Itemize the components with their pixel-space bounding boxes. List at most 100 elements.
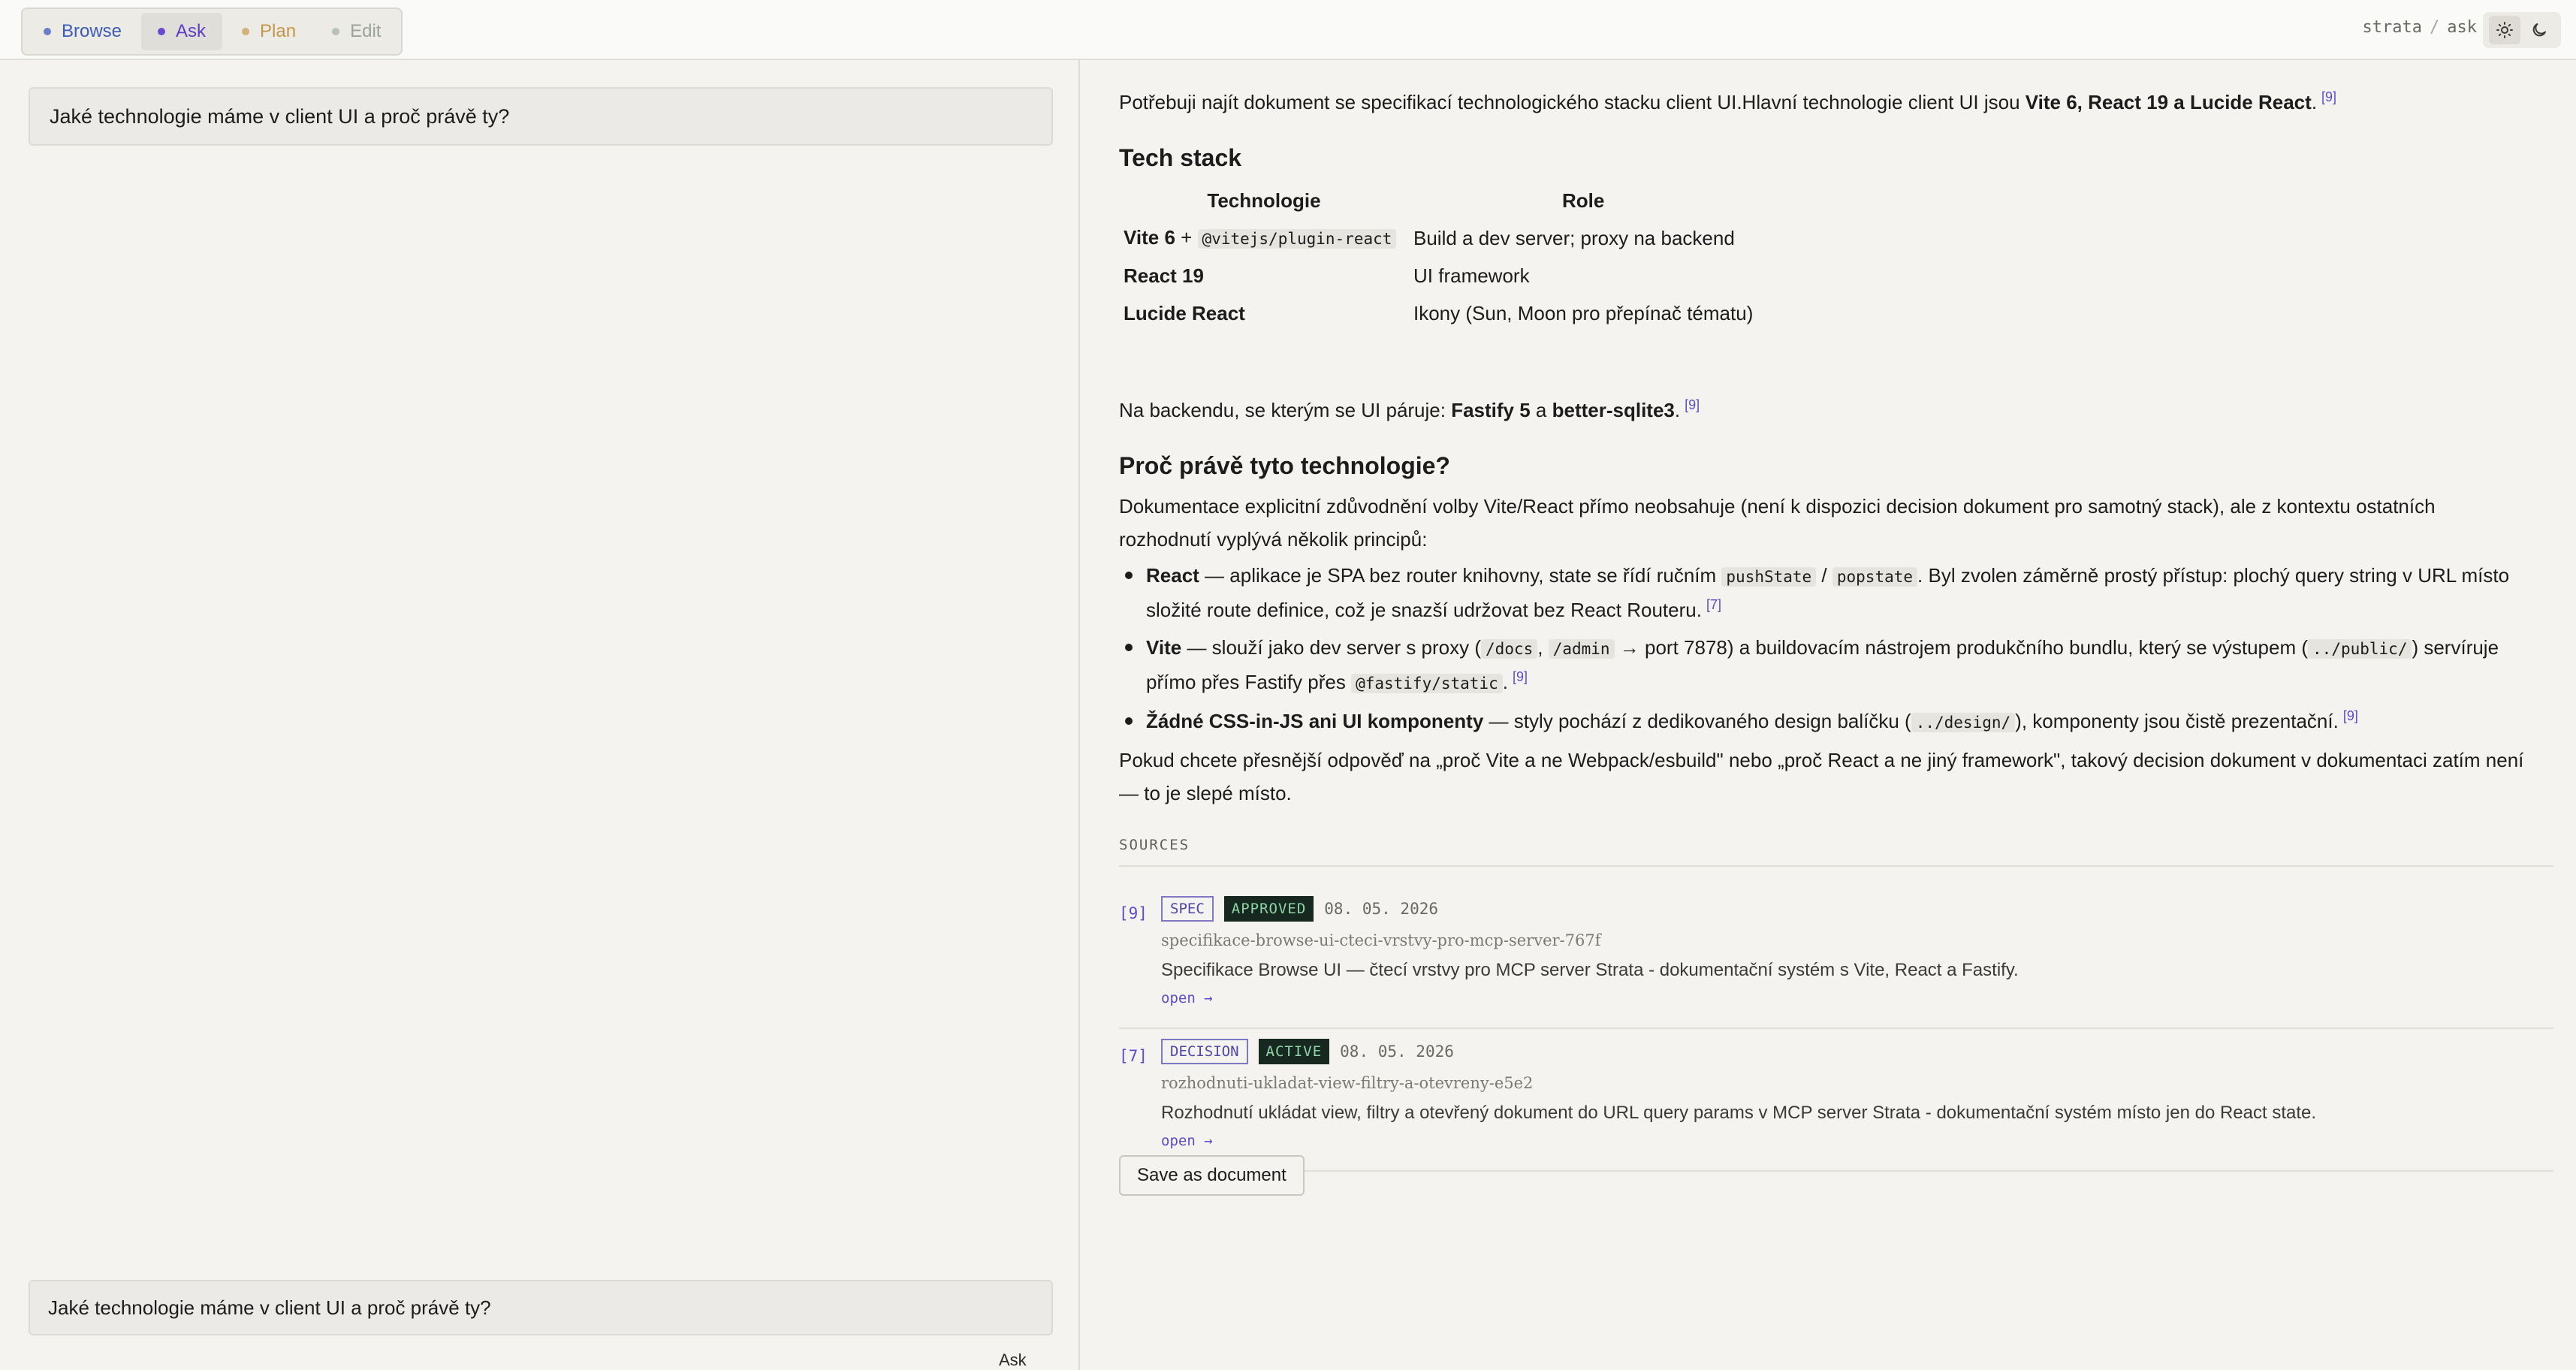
- source-number: [9]: [1119, 904, 1148, 922]
- table-row: React 19 UI framework: [1119, 257, 1757, 294]
- save-as-document-button[interactable]: Save as document: [1119, 1155, 1305, 1196]
- moon-icon: [2532, 23, 2546, 37]
- inline-code: popstate: [1832, 567, 1918, 587]
- table-cell-tech: Vite 6 + @vitejs/plugin-react: [1119, 219, 1409, 257]
- why-heading: Proč právě tyto technologie?: [1119, 452, 1450, 479]
- backend-tech: better-sqlite3: [1552, 399, 1675, 421]
- source-slug: rozhodnuti-ukladat-view-filtry-a-otevren…: [1161, 1074, 1534, 1092]
- reason-text: — aplikace je SPA bez router knihovny, s…: [1199, 564, 1722, 587]
- reason-text: /: [1816, 564, 1832, 587]
- answer-pane: Potřebuji najít dokument se specifikací …: [1119, 60, 2553, 1370]
- open-source-link[interactable]: open →: [1161, 1131, 1213, 1151]
- tech-joiner: +: [1175, 226, 1198, 249]
- chat-pane: Jaké technologie máme v client UI a proč…: [0, 60, 1080, 1370]
- mode-browse[interactable]: Browse: [27, 13, 138, 50]
- breadcrumb: strata / ask: [2363, 18, 2477, 37]
- mode-label: Plan: [260, 21, 297, 41]
- source-item: [9] SPEC APPROVED 08. 05. 2026 specifika…: [1119, 886, 2553, 1029]
- source-number: [7]: [1119, 1047, 1148, 1065]
- type-badge: DECISION: [1161, 1039, 1248, 1064]
- source-item: [7] DECISION ACTIVE 08. 05. 2026 rozhodn…: [1119, 1029, 2553, 1172]
- intro-text: Potřebuji najít dokument se specifikací …: [1119, 91, 2026, 113]
- table-cell-role: UI framework: [1413, 264, 1530, 287]
- sun-icon: [2496, 22, 2513, 38]
- mode-label: Browse: [62, 21, 122, 41]
- mode-label: Edit: [350, 21, 382, 41]
- reasons-list: React — aplikace je SPA bez router kniho…: [1125, 559, 2543, 744]
- table-row: Vite 6 + @vitejs/plugin-react Build a de…: [1119, 219, 1757, 257]
- backend-text: a: [1530, 399, 1552, 421]
- mode-edit[interactable]: Edit: [315, 13, 397, 50]
- table-row: Lucide React Ikony (Sun, Moon pro přepín…: [1119, 294, 1757, 332]
- tech-stack-heading: Tech stack: [1119, 144, 1242, 171]
- inline-code: /admin: [1548, 639, 1615, 659]
- inline-code: ../design/: [1911, 713, 2016, 732]
- breadcrumb-page: ask: [2447, 18, 2477, 37]
- breadcrumb-app: strata: [2362, 18, 2422, 37]
- inline-code: pushState: [1721, 567, 1817, 587]
- source-description: Specifikace Browse UI — čtecí vrstvy pro…: [1161, 960, 2019, 980]
- citation-link[interactable]: [9]: [1685, 397, 1700, 412]
- table-cell-role: Build a dev server; proxy na backend: [1413, 227, 1735, 249]
- breadcrumb-separator: /: [2430, 18, 2440, 37]
- inline-code: /docs: [1481, 639, 1538, 659]
- closing-note: Pokud chcete přesnější odpověď na „proč …: [1119, 749, 2524, 804]
- backend-tech: Fastify 5: [1451, 399, 1531, 421]
- ask-button[interactable]: Ask: [999, 1350, 1027, 1370]
- mode-dot-icon: [242, 28, 250, 35]
- citation-link[interactable]: [7]: [1706, 597, 1721, 612]
- backend-text: .: [1674, 399, 1681, 421]
- tech-name: Vite 6: [1124, 226, 1175, 249]
- table-cell-tech: React 19: [1124, 264, 1204, 287]
- reason-title: Žádné CSS-in-JS ani UI komponenty: [1146, 710, 1484, 732]
- dark-theme-button[interactable]: [2523, 16, 2555, 44]
- status-badge: ACTIVE: [1258, 1039, 1330, 1064]
- inline-code: @fastify/static: [1351, 674, 1503, 693]
- backend-text: Na backendu, se kterým se UI páruje:: [1119, 399, 1452, 421]
- source-meta: SPEC APPROVED 08. 05. 2026: [1161, 894, 1438, 924]
- reason-text: — slouží jako dev server s proxy (: [1181, 636, 1482, 659]
- reason-title: React: [1146, 564, 1199, 587]
- reason-text: .: [1502, 671, 1508, 693]
- tech-code: @vitejs/plugin-react: [1197, 229, 1397, 249]
- theme-toggle: [2483, 12, 2561, 48]
- table-header: Technologie: [1207, 189, 1321, 212]
- intro-highlight: Vite 6, React 19 a Lucide React: [2025, 91, 2312, 113]
- list-item: React — aplikace je SPA bez router kniho…: [1125, 559, 2543, 626]
- answer-intro: Potřebuji najít dokument se specifikací …: [1119, 86, 2546, 119]
- table-cell-tech: Lucide React: [1124, 302, 1245, 324]
- documentation-note: Dokumentace explicitní zdůvodnění volby …: [1119, 495, 2436, 551]
- source-date: 08. 05. 2026: [1324, 900, 1438, 918]
- question-message: Jaké technologie máme v client UI a proč…: [29, 87, 1053, 146]
- ask-input[interactable]: [29, 1280, 1053, 1335]
- status-badge: APPROVED: [1223, 896, 1314, 922]
- sources-label: SOURCES: [1119, 837, 1190, 853]
- mode-dot-icon: [44, 28, 51, 35]
- mode-ask[interactable]: Ask: [141, 13, 223, 50]
- open-source-link[interactable]: open →: [1161, 988, 1213, 1008]
- citation-link[interactable]: [9]: [2321, 89, 2336, 104]
- table-header: Role: [1562, 189, 1605, 212]
- mode-label: Ask: [176, 21, 207, 41]
- light-theme-button[interactable]: [2489, 16, 2520, 44]
- type-badge: SPEC: [1161, 896, 1214, 922]
- sources-divider: [1119, 865, 2553, 867]
- table-header-row: Technologie Role: [1119, 182, 1757, 219]
- reason-text: — styly pochází z dedikovaného design ba…: [1483, 710, 1911, 732]
- citation-link[interactable]: [9]: [1513, 669, 1528, 684]
- citation-link[interactable]: [9]: [2343, 708, 2358, 723]
- backend-note: Na backendu, se kterým se UI páruje: Fas…: [1119, 394, 1700, 427]
- reason-text: ), komponenty jsou čistě prezentační.: [2015, 710, 2339, 732]
- inline-code: ../public/: [2308, 639, 2412, 659]
- table-cell-role: Ikony (Sun, Moon pro přepínač tématu): [1413, 302, 1754, 324]
- mode-switcher: Browse Ask Plan Edit: [21, 8, 403, 56]
- mode-plan[interactable]: Plan: [225, 13, 312, 50]
- source-slug: specifikace-browse-ui-cteci-vrstvy-pro-m…: [1161, 931, 1601, 949]
- reason-text: → port 7878) a buildovacím nástrojem pro…: [1614, 636, 2309, 659]
- source-description: Rozhodnutí ukládat view, filtry a otevře…: [1161, 1103, 2317, 1123]
- mode-dot-icon: [332, 28, 340, 35]
- intro-end: .: [2311, 91, 2318, 113]
- reason-text: ,: [1537, 636, 1549, 659]
- mode-dot-icon: [158, 28, 166, 35]
- reason-title: Vite: [1146, 636, 1182, 659]
